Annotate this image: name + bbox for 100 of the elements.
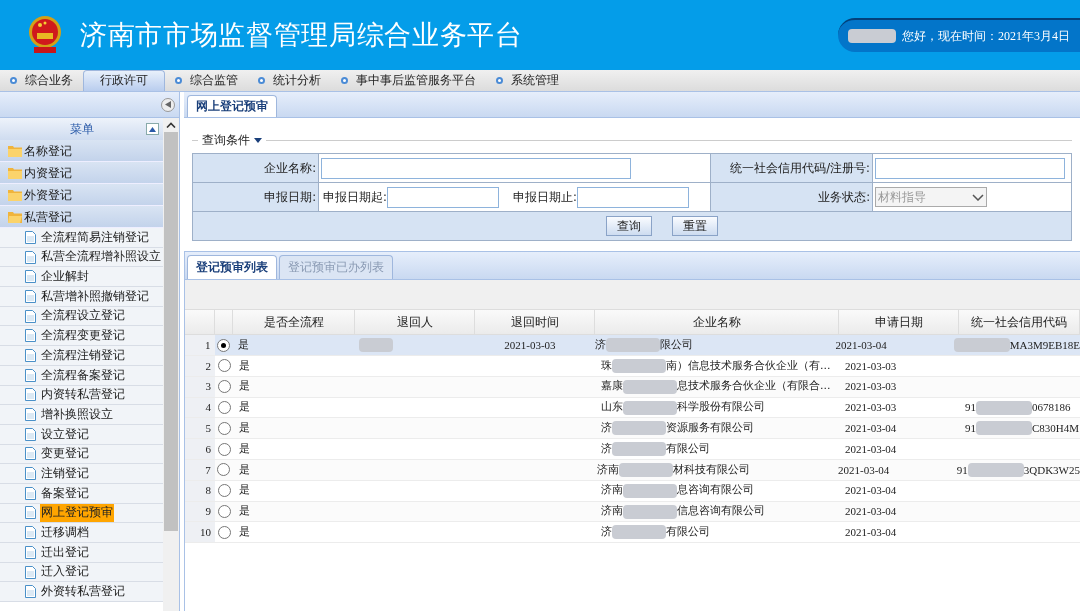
- nav-tab[interactable]: 系统管理: [486, 70, 569, 91]
- radio-button[interactable]: [217, 442, 231, 456]
- start-date-field[interactable]: [386, 186, 499, 208]
- search-button[interactable]: 查询: [606, 216, 652, 237]
- table-cell-text: 91: [965, 421, 976, 437]
- row-number: 1: [205, 337, 211, 353]
- table-row[interactable]: 6 是 济 有限公司 2021-03-04: [185, 439, 1080, 461]
- radio-button[interactable]: [217, 525, 231, 539]
- redaction-block: [623, 379, 677, 394]
- table-cell-text: 2021-03-04: [845, 504, 897, 520]
- bullet-icon: [10, 77, 17, 84]
- redaction-block: [976, 400, 1032, 415]
- left-triangle-icon: [165, 101, 171, 108]
- column-header: 是否全流程: [233, 310, 355, 335]
- nav-tab[interactable]: 统计分析: [248, 70, 331, 91]
- nav-tab[interactable]: 综合业务: [0, 70, 83, 91]
- document-icon: [25, 506, 36, 520]
- table-row[interactable]: 4 是 山东 科学股份有限公司 2021-03-03 91 0678186: [185, 397, 1080, 419]
- radio-button[interactable]: [217, 505, 231, 518]
- table-row[interactable]: 10 是 济 有限公司 2021-03-04: [185, 522, 1080, 544]
- menu-folder[interactable]: 内资登记: [0, 162, 163, 184]
- document-icon: [25, 270, 36, 284]
- document-icon: [25, 368, 36, 382]
- table-cell-text: 南）信息技术服务合伙企业（有...: [666, 357, 831, 374]
- radio-button[interactable]: [217, 484, 231, 498]
- table-cell: 嘉康: [601, 378, 623, 395]
- radio-button[interactable]: [217, 359, 231, 373]
- collapse-up-button[interactable]: [146, 123, 159, 135]
- table-row[interactable]: 7 是 济南 材科技有限公司 2021-03-04 91 3QDK3W25: [185, 460, 1080, 481]
- page-tab[interactable]: 网上登记预审: [187, 95, 277, 117]
- radio-button[interactable]: [217, 421, 231, 435]
- redaction-block: [976, 421, 1032, 436]
- table-row[interactable]: 2 是 珠 南）信息技术服务合伙企业（有... 2021-03-03: [185, 356, 1080, 377]
- column-header: 统一社会信用代码: [959, 310, 1080, 335]
- radio-button[interactable]: [217, 463, 231, 477]
- greeting-text: 您好，现在时间：2021年3月4日: [902, 28, 1070, 45]
- reset-button[interactable]: 重置: [672, 216, 718, 237]
- document-icon: [25, 329, 36, 343]
- query-section-title[interactable]: 查询条件: [202, 132, 250, 150]
- table-cell-text: 3QDK3W25: [1023, 462, 1080, 478]
- table-cell: 息咨询有限公司: [677, 482, 754, 499]
- caret-icon: [254, 138, 262, 144]
- table-cell-text: 材科技有限公司: [672, 461, 750, 478]
- redaction-block: [623, 504, 677, 519]
- list-tab[interactable]: 登记预审列表: [187, 255, 277, 280]
- scrollbar-thumb[interactable]: [164, 132, 178, 531]
- end-date-field[interactable]: [576, 186, 689, 208]
- bullet-icon: [258, 77, 265, 84]
- row-number: 8: [205, 483, 211, 499]
- open-folder-icon: [8, 210, 22, 223]
- document-icon: [25, 545, 36, 559]
- table-cell-text: 是: [238, 461, 250, 478]
- table-cell: 是: [239, 524, 250, 541]
- table-cell-text: C830H4M: [1032, 421, 1080, 437]
- redaction-block: [612, 421, 666, 436]
- document-icon: [25, 486, 36, 500]
- bullet-icon: [175, 77, 182, 84]
- table-cell: 科学股份有限公司: [677, 399, 765, 416]
- table-cell: 是: [239, 482, 250, 499]
- table-cell-text: 2021-03-04: [845, 525, 897, 541]
- menu-item[interactable]: 网上登记预审: [40, 504, 114, 522]
- table-row[interactable]: 3 是 嘉康 息技术服务合伙企业（有限合... 2021-03-03: [185, 376, 1080, 398]
- row-number: 6: [205, 441, 211, 457]
- row-number: 5: [205, 421, 211, 437]
- radio-button[interactable]: [216, 338, 230, 352]
- folder-icon: [8, 144, 22, 157]
- table-cell-text: 2021-03-04: [838, 462, 890, 478]
- table-row[interactable]: 8 是 济南 息咨询有限公司 2021-03-04: [185, 480, 1080, 502]
- redaction-block: [618, 462, 673, 477]
- credit-code-field[interactable]: [875, 157, 1065, 179]
- table-cell-text: 珠: [601, 357, 612, 374]
- table-cell-text: 济南: [596, 461, 619, 478]
- redaction-block: [606, 338, 661, 353]
- document-icon: [25, 348, 36, 362]
- radio-button[interactable]: [217, 380, 231, 394]
- bullet-icon: [496, 77, 503, 84]
- document-icon: [25, 447, 36, 461]
- radio-button[interactable]: [217, 401, 231, 415]
- table-cell-text: 2021-03-03: [845, 400, 897, 416]
- row-number: 2: [205, 358, 211, 374]
- document-icon: [25, 250, 36, 264]
- table-row[interactable]: 9 是 济南 信息咨询有限公司 2021-03-04: [185, 501, 1080, 523]
- row-number: 7: [205, 462, 211, 478]
- platform-title: 济南市市场监督管理局综合业务平台: [80, 17, 523, 52]
- nav-tab[interactable]: 行政许可: [83, 70, 165, 91]
- document-icon: [25, 289, 36, 303]
- document-icon: [25, 427, 36, 441]
- nav-tab[interactable]: 综合监管: [165, 70, 248, 91]
- menu-folder[interactable]: 外资登记: [0, 184, 163, 206]
- collapse-button[interactable]: [161, 97, 175, 112]
- table-cell-text: 91: [956, 462, 968, 478]
- table-row[interactable]: 1 是 2021-03-03 济 限公司 2021-03-04 MA3M9EB18E: [185, 335, 1080, 357]
- field-label: 申报日期:: [264, 188, 316, 206]
- table-row[interactable]: 5 是 济 资源服务有限公司 2021-03-04 91 C830H4M: [185, 418, 1080, 440]
- nav-tab[interactable]: 事中事后监管服务平台: [331, 70, 486, 91]
- redaction-block: [953, 338, 1010, 353]
- company-name-field[interactable]: [321, 157, 631, 179]
- document-icon: [25, 585, 36, 599]
- menu-folder[interactable]: 名称登记: [0, 140, 163, 162]
- menu-folder[interactable]: 私营登记: [0, 206, 163, 228]
